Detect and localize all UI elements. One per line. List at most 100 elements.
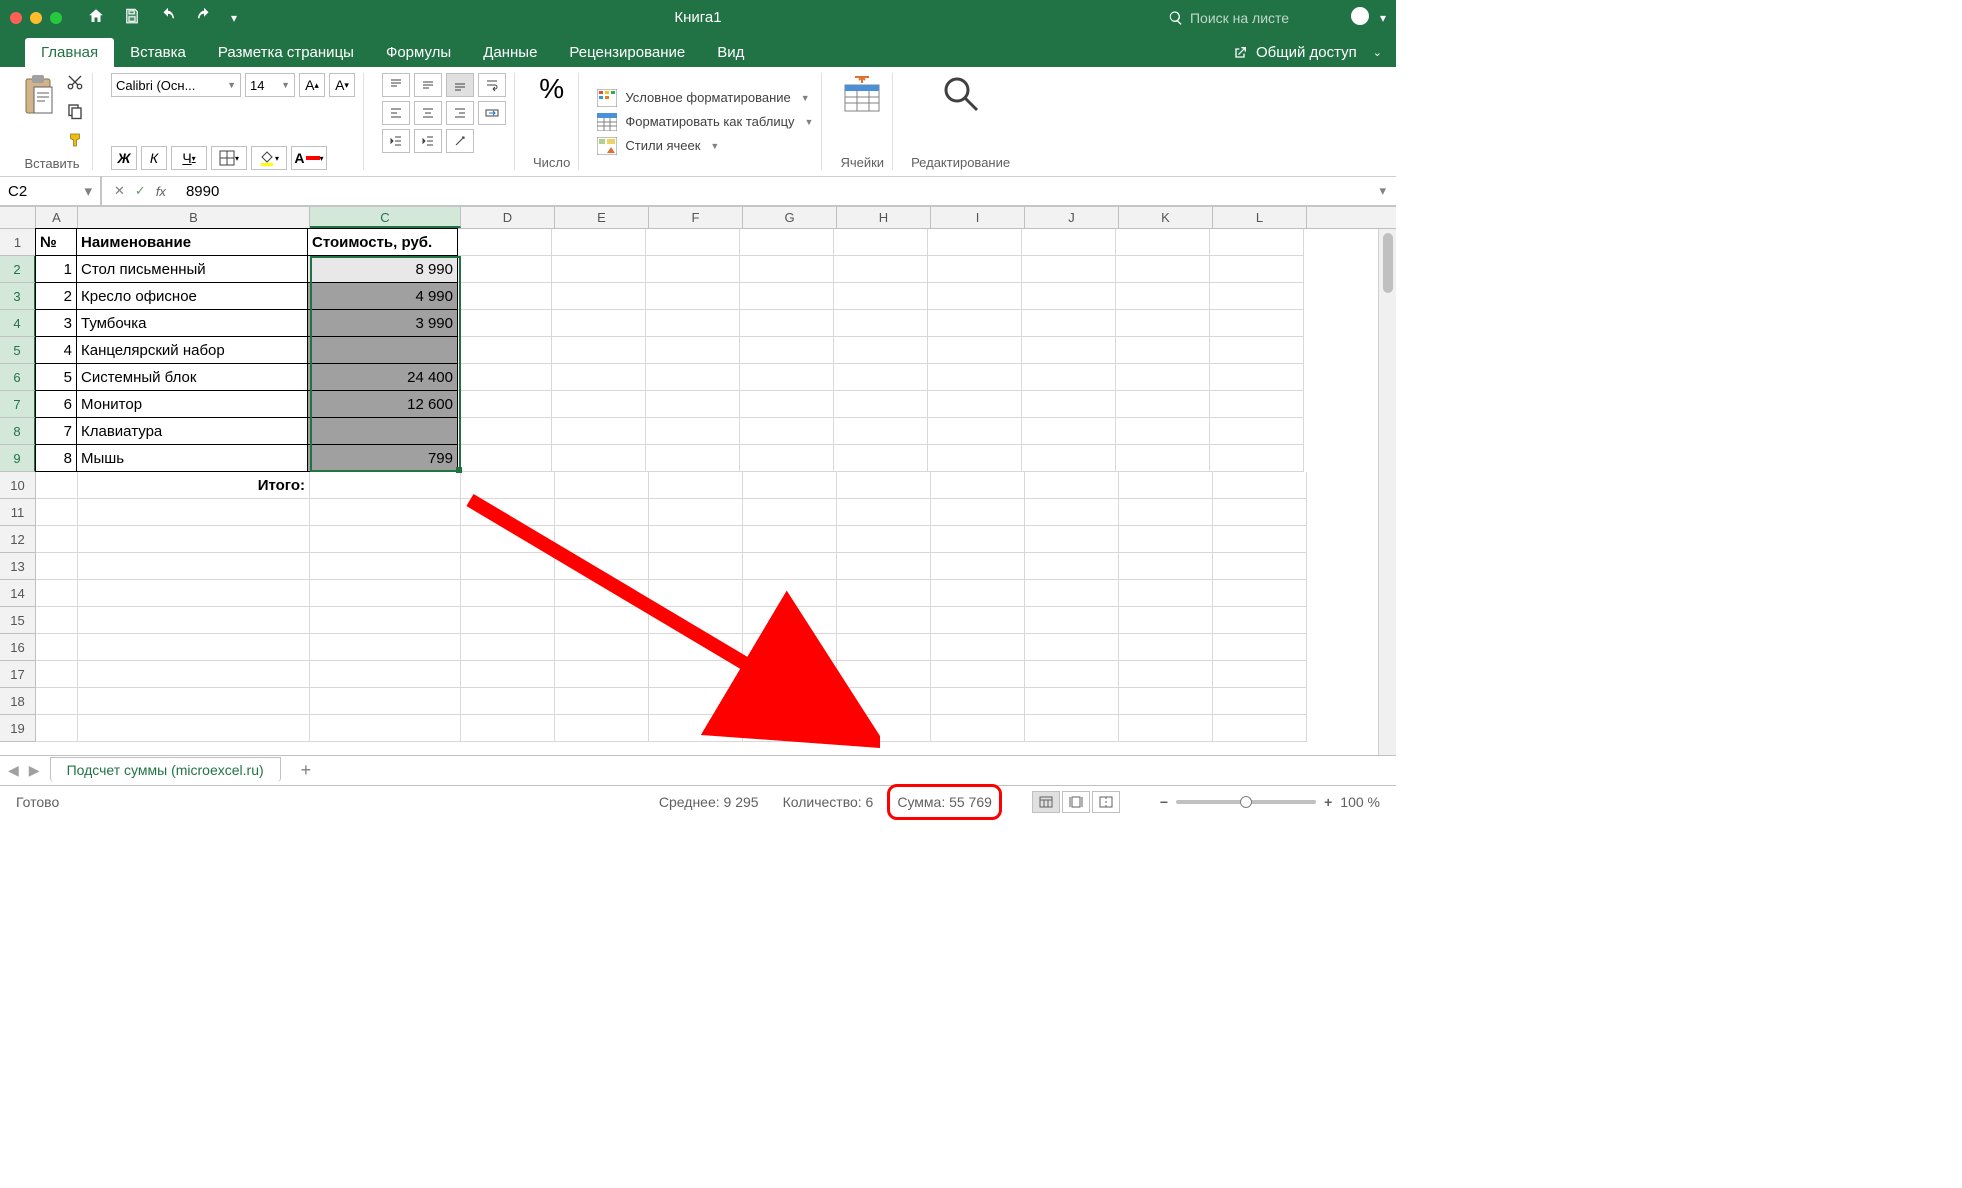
cell[interactable] bbox=[649, 661, 743, 688]
tab-insert[interactable]: Вставка bbox=[114, 38, 202, 67]
cell[interactable] bbox=[1210, 364, 1304, 391]
undo-icon[interactable] bbox=[159, 7, 177, 28]
cell[interactable]: 5 bbox=[35, 363, 77, 391]
cell[interactable] bbox=[555, 634, 649, 661]
cell[interactable] bbox=[931, 607, 1025, 634]
cell[interactable] bbox=[555, 661, 649, 688]
cell[interactable] bbox=[928, 337, 1022, 364]
cells-button[interactable] bbox=[841, 73, 883, 118]
cell[interactable] bbox=[649, 553, 743, 580]
cell[interactable]: 2 bbox=[35, 282, 77, 310]
cell[interactable] bbox=[36, 634, 78, 661]
formula-input[interactable] bbox=[178, 183, 1370, 200]
cell[interactable] bbox=[555, 580, 649, 607]
cell[interactable]: 8 990 bbox=[307, 255, 458, 283]
row-header[interactable]: 3 bbox=[0, 283, 36, 310]
orientation-button[interactable] bbox=[446, 129, 474, 153]
cell[interactable] bbox=[552, 310, 646, 337]
align-center-button[interactable] bbox=[414, 101, 442, 125]
tab-formulas[interactable]: Формулы bbox=[370, 38, 467, 67]
zoom-in-button[interactable]: + bbox=[1324, 794, 1332, 810]
formula-expand-icon[interactable]: ▾ bbox=[1369, 183, 1396, 199]
align-bottom-button[interactable] bbox=[446, 73, 474, 97]
cell[interactable] bbox=[649, 634, 743, 661]
grid-body[interactable]: 1№НаименованиеСтоимость, руб.21Стол пись… bbox=[0, 229, 1396, 742]
cell[interactable] bbox=[555, 607, 649, 634]
cell[interactable] bbox=[78, 715, 310, 742]
cell[interactable] bbox=[1022, 310, 1116, 337]
minimize-icon[interactable] bbox=[30, 12, 42, 24]
cell[interactable] bbox=[837, 634, 931, 661]
col-header-C[interactable]: C bbox=[310, 207, 461, 228]
cell[interactable] bbox=[1213, 607, 1307, 634]
cell[interactable] bbox=[834, 445, 928, 472]
col-header-J[interactable]: J bbox=[1025, 207, 1119, 228]
font-name-select[interactable]: Calibri (Осн...▼ bbox=[111, 73, 241, 97]
cell[interactable] bbox=[1116, 256, 1210, 283]
merge-button[interactable] bbox=[478, 101, 506, 125]
cell[interactable] bbox=[552, 445, 646, 472]
align-left-button[interactable] bbox=[382, 101, 410, 125]
cell[interactable] bbox=[461, 553, 555, 580]
zoom-slider[interactable] bbox=[1176, 800, 1316, 804]
cell[interactable] bbox=[646, 310, 740, 337]
cell[interactable]: Монитор bbox=[76, 390, 308, 418]
number-format-icon[interactable]: % bbox=[539, 73, 564, 105]
cell[interactable] bbox=[552, 229, 646, 256]
cell[interactable]: Стол письменный bbox=[76, 255, 308, 283]
add-sheet-button[interactable]: + bbox=[291, 760, 322, 781]
sheet-tab[interactable]: Подсчет суммы (microexcel.ru) bbox=[50, 757, 281, 782]
tab-page-layout[interactable]: Разметка страницы bbox=[202, 38, 370, 67]
zoom-out-button[interactable]: − bbox=[1160, 794, 1168, 810]
cell[interactable] bbox=[1119, 472, 1213, 499]
cell[interactable] bbox=[78, 553, 310, 580]
cell[interactable] bbox=[310, 634, 461, 661]
underline-button[interactable]: Ч ▾ bbox=[171, 146, 207, 170]
cell[interactable] bbox=[1210, 418, 1304, 445]
cell[interactable] bbox=[36, 688, 78, 715]
cell[interactable] bbox=[458, 337, 552, 364]
cell[interactable] bbox=[1119, 580, 1213, 607]
cell[interactable] bbox=[1022, 229, 1116, 256]
format-painter-icon[interactable] bbox=[66, 131, 84, 152]
cell[interactable] bbox=[461, 607, 555, 634]
sheet-next-icon[interactable]: ▶ bbox=[29, 762, 40, 779]
row-header[interactable]: 18 bbox=[0, 688, 36, 715]
normal-view-button[interactable] bbox=[1032, 791, 1060, 813]
cell[interactable] bbox=[1210, 256, 1304, 283]
cell[interactable] bbox=[307, 336, 458, 364]
cell[interactable] bbox=[1116, 283, 1210, 310]
align-middle-button[interactable] bbox=[414, 73, 442, 97]
borders-button[interactable]: ▾ bbox=[211, 146, 247, 170]
cell[interactable] bbox=[1210, 391, 1304, 418]
cell[interactable] bbox=[1022, 337, 1116, 364]
col-header-H[interactable]: H bbox=[837, 207, 931, 228]
cell[interactable] bbox=[834, 337, 928, 364]
cell[interactable] bbox=[1116, 310, 1210, 337]
cell[interactable] bbox=[1119, 526, 1213, 553]
increase-font-button[interactable]: A▴ bbox=[299, 73, 325, 97]
customize-qat-icon[interactable]: ▾ bbox=[231, 11, 237, 25]
cell[interactable] bbox=[743, 715, 837, 742]
tab-view[interactable]: Вид bbox=[701, 38, 760, 67]
cell[interactable] bbox=[1025, 688, 1119, 715]
cell[interactable] bbox=[461, 661, 555, 688]
cell[interactable] bbox=[743, 553, 837, 580]
cell[interactable] bbox=[555, 688, 649, 715]
cell[interactable] bbox=[461, 499, 555, 526]
cell[interactable] bbox=[1022, 418, 1116, 445]
col-header-D[interactable]: D bbox=[461, 207, 555, 228]
cell[interactable] bbox=[1116, 445, 1210, 472]
cell[interactable] bbox=[834, 310, 928, 337]
cell[interactable] bbox=[1116, 418, 1210, 445]
cell[interactable] bbox=[743, 661, 837, 688]
cell[interactable] bbox=[928, 256, 1022, 283]
row-header[interactable]: 5 bbox=[0, 337, 36, 364]
cell[interactable] bbox=[1213, 661, 1307, 688]
cell[interactable] bbox=[1025, 526, 1119, 553]
cell[interactable] bbox=[931, 526, 1025, 553]
cell[interactable] bbox=[1116, 229, 1210, 256]
font-color-button[interactable]: A▾ bbox=[291, 146, 327, 170]
row-header[interactable]: 14 bbox=[0, 580, 36, 607]
cell[interactable] bbox=[1210, 310, 1304, 337]
